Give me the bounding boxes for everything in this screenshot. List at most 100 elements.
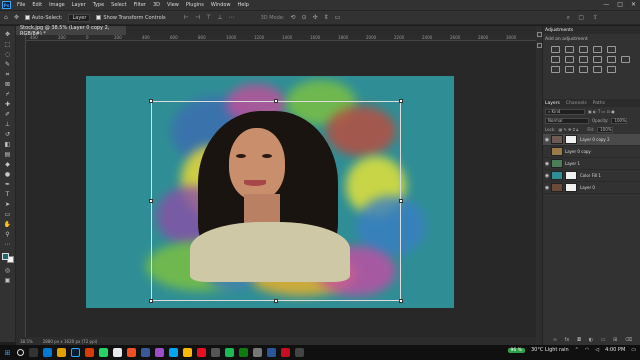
visibility-eye-icon[interactable]: ◉ — [543, 185, 551, 191]
quick-select-tool-icon[interactable]: ✎ — [2, 60, 14, 69]
brush-tool-icon[interactable]: ✐ — [2, 110, 14, 119]
minimize-icon[interactable]: — — [603, 1, 609, 8]
move-tool-icon[interactable]: ✥ — [2, 30, 14, 39]
volume-icon[interactable]: ◁ — [595, 347, 599, 353]
app-icon[interactable] — [197, 348, 206, 357]
battery-indicator[interactable]: 96 % — [507, 347, 525, 353]
transform-bounding-box[interactable] — [149, 99, 403, 303]
app-icon[interactable] — [239, 348, 248, 357]
3d-drag-icon[interactable]: ✣ — [313, 14, 318, 21]
blur-tool-icon[interactable]: ◆ — [2, 160, 14, 169]
link-icon[interactable]: ∞ — [553, 337, 557, 343]
app-icon[interactable] — [127, 348, 136, 357]
dodge-tool-icon[interactable]: ● — [2, 170, 14, 179]
foreground-color-swatch[interactable] — [1, 253, 9, 260]
weather-widget[interactable]: 30°C Light rain — [531, 347, 569, 353]
tab-layers[interactable]: Layers — [545, 101, 560, 106]
transform-handle-bottom-right[interactable] — [399, 299, 403, 303]
maximize-icon[interactable]: □ — [617, 1, 623, 8]
menu-edit[interactable]: Edit — [32, 2, 42, 8]
task-view-icon[interactable] — [29, 348, 38, 357]
layer-mask-thumbnail[interactable] — [565, 183, 577, 192]
home-icon[interactable]: ⌂ — [4, 14, 8, 21]
menu-layer[interactable]: Layer — [72, 2, 86, 8]
tab-adjustments[interactable]: Adjustments — [545, 28, 573, 33]
whatsapp-icon[interactable] — [99, 348, 108, 357]
menu-filter[interactable]: Filter — [134, 2, 146, 8]
brightness-contrast-icon[interactable] — [551, 46, 560, 53]
frame-tool-icon[interactable]: ⊠ — [2, 80, 14, 89]
layer-name[interactable]: Color Fill 1 — [580, 173, 601, 178]
layer-mask-thumbnail[interactable] — [565, 135, 577, 144]
align-center-icon[interactable]: ⊣ — [195, 14, 200, 21]
3d-roll-icon[interactable]: ⊙ — [302, 14, 307, 21]
app-icon[interactable] — [281, 348, 290, 357]
gradient-map-icon[interactable] — [593, 66, 602, 73]
layer-name[interactable]: Layer 0 copy 2 — [580, 137, 610, 142]
screen-mode-icon[interactable]: ▣ — [2, 276, 14, 285]
lock-icons[interactable]: ▦ ✎ ✥ ⌗ 🔒︎ — [558, 127, 578, 132]
lasso-tool-icon[interactable]: ◌ — [2, 50, 14, 59]
layer-name[interactable]: Layer 0 — [580, 185, 595, 190]
exposure-icon[interactable] — [593, 46, 602, 53]
folder-icon[interactable]: ▭ — [601, 337, 606, 343]
clock[interactable]: 4:00 PM — [605, 347, 625, 353]
layer-name[interactable]: Layer 1 — [565, 161, 580, 166]
hue-saturation-icon[interactable] — [551, 56, 560, 63]
notification-icon[interactable]: ▭ — [631, 347, 636, 353]
app-icon[interactable] — [267, 348, 276, 357]
eyedropper-tool-icon[interactable]: ⌿ — [2, 90, 14, 99]
app-icon[interactable] — [211, 348, 220, 357]
tab-channels[interactable]: Channels — [566, 101, 587, 106]
photoshop-taskbar-icon[interactable] — [71, 348, 80, 357]
3d-slide-icon[interactable]: ⇕ — [324, 14, 329, 21]
eraser-tool-icon[interactable]: ◧ — [2, 140, 14, 149]
align-right-icon[interactable]: ⊤ — [206, 14, 211, 21]
history-brush-tool-icon[interactable]: ↺ — [2, 130, 14, 139]
fx-icon[interactable]: fx — [565, 337, 570, 343]
show-transform-checkbox[interactable]: Show Transform Controls — [96, 15, 166, 21]
app-icon[interactable] — [169, 348, 178, 357]
tray-arrow-icon[interactable]: ⌃ — [575, 347, 579, 353]
rectangle-tool-icon[interactable]: ▭ — [2, 210, 14, 219]
visibility-eye-icon[interactable]: ◉ — [543, 137, 551, 143]
transform-handle-top-right[interactable] — [399, 99, 403, 103]
share-icon[interactable]: ⇪ — [593, 14, 598, 21]
menu-view[interactable]: View — [167, 2, 179, 8]
opacity-field[interactable]: 100% — [611, 117, 628, 124]
fill-field[interactable]: 100% — [597, 126, 614, 133]
tab-paths[interactable]: Paths — [593, 101, 605, 106]
transform-handle-top-left[interactable] — [149, 99, 153, 103]
crop-tool-icon[interactable]: ⌗ — [2, 70, 14, 79]
auto-select-checkbox[interactable]: Auto-Select: — [24, 15, 62, 21]
edge-icon[interactable] — [43, 348, 52, 357]
mask-icon[interactable]: ◘ — [577, 337, 581, 343]
levels-icon[interactable] — [565, 46, 574, 53]
black-white-icon[interactable] — [579, 56, 588, 63]
windows-start-icon[interactable]: ⊞ — [3, 348, 12, 357]
transform-handle-top[interactable] — [274, 99, 278, 103]
adjustment-icon[interactable]: ◐ — [589, 337, 593, 343]
hand-tool-icon[interactable]: ✋ — [2, 220, 14, 229]
3d-scale-icon[interactable]: ▭ — [335, 14, 341, 21]
layer-mask-thumbnail[interactable] — [565, 171, 577, 180]
app-icon[interactable] — [155, 348, 164, 357]
zoom-tool-icon[interactable]: ⚲ — [2, 230, 14, 239]
app-icon[interactable] — [141, 348, 150, 357]
filter-icons[interactable]: ▣ ◐ T ▭ ⊡ ● — [588, 109, 615, 114]
search-icon[interactable] — [17, 349, 24, 356]
menu-window[interactable]: Window — [211, 2, 231, 8]
file-explorer-icon[interactable] — [57, 348, 66, 357]
visibility-eye-icon[interactable]: ◉ — [543, 161, 551, 167]
menu-3d[interactable]: 3D — [153, 2, 160, 8]
menu-image[interactable]: Image — [49, 2, 65, 8]
photo-filter-icon[interactable] — [593, 56, 602, 63]
healing-brush-tool-icon[interactable]: ✚ — [2, 100, 14, 109]
layer-row[interactable]: ◉ Layer 1 — [543, 158, 640, 170]
menu-help[interactable]: Help — [238, 2, 249, 8]
trash-icon[interactable]: ⌫ — [625, 337, 632, 343]
menu-type[interactable]: Type — [93, 2, 104, 8]
gradient-tool-icon[interactable]: ▤ — [2, 150, 14, 159]
path-select-tool-icon[interactable]: ➤ — [2, 200, 14, 209]
pen-tool-icon[interactable]: ✒ — [2, 180, 14, 189]
